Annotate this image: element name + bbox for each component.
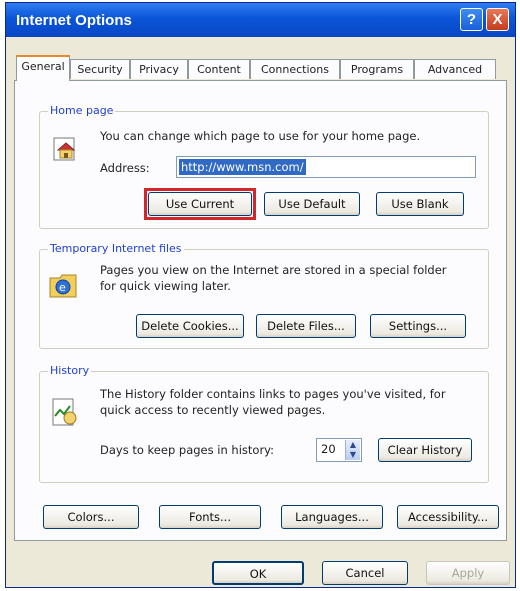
close-button[interactable]: X bbox=[486, 8, 509, 31]
tab-advanced[interactable]: Advanced bbox=[414, 59, 496, 79]
history-group: History The History folder contains link… bbox=[39, 364, 489, 483]
home-page-legend: Home page bbox=[48, 104, 116, 117]
fonts-button[interactable]: Fonts... bbox=[159, 505, 261, 529]
languages-button[interactable]: Languages... bbox=[281, 505, 383, 529]
use-default-button[interactable]: Use Default bbox=[264, 192, 360, 216]
address-value: http://www.msn.com/ bbox=[179, 159, 306, 175]
internet-options-window: Internet Options ? X General Security Pr… bbox=[5, 2, 516, 588]
clear-history-button[interactable]: Clear History bbox=[378, 438, 472, 462]
temporary-files-description-1: Pages you view on the Internet are store… bbox=[100, 263, 447, 277]
svg-text:e: e bbox=[59, 281, 66, 294]
temporary-files-description-2: for quick viewing later. bbox=[100, 279, 231, 293]
tab-general[interactable]: General bbox=[16, 55, 70, 81]
general-tab-panel: Home page You can change which page to u… bbox=[14, 80, 507, 541]
help-button[interactable]: ? bbox=[460, 8, 483, 31]
tab-security[interactable]: Security bbox=[70, 59, 130, 79]
history-description-1: The History folder contains links to pag… bbox=[100, 387, 446, 401]
accessibility-button[interactable]: Accessibility... bbox=[397, 505, 499, 529]
delete-cookies-button[interactable]: Delete Cookies... bbox=[136, 314, 244, 338]
home-page-icon bbox=[53, 137, 76, 161]
history-legend: History bbox=[48, 364, 92, 377]
title-bar[interactable]: Internet Options ? X bbox=[6, 3, 515, 37]
window-title: Internet Options bbox=[16, 12, 132, 29]
ok-button[interactable]: OK bbox=[212, 561, 304, 585]
tab-privacy[interactable]: Privacy bbox=[130, 59, 188, 79]
cancel-button[interactable]: Cancel bbox=[322, 561, 408, 585]
history-icon bbox=[52, 398, 77, 426]
temporary-files-group: Temporary Internet files e Pages you vie… bbox=[39, 242, 489, 349]
home-page-description: You can change which page to use for you… bbox=[100, 129, 421, 143]
apply-button[interactable]: Apply bbox=[426, 561, 510, 585]
history-description-2: quick access to recently viewed pages. bbox=[100, 403, 326, 417]
tab-programs[interactable]: Programs bbox=[340, 59, 414, 79]
use-current-highlight bbox=[144, 188, 256, 220]
address-field[interactable]: http://www.msn.com/ bbox=[176, 156, 476, 178]
address-label: Address: bbox=[100, 161, 150, 175]
settings-button[interactable]: Settings... bbox=[370, 314, 466, 338]
days-to-keep-stepper[interactable]: 20 ▲ ▼ bbox=[316, 438, 362, 462]
days-to-keep-label: Days to keep pages in history: bbox=[100, 443, 275, 457]
use-blank-button[interactable]: Use Blank bbox=[376, 192, 464, 216]
ie-folder-icon: e bbox=[49, 274, 77, 298]
tab-content[interactable]: Content bbox=[188, 59, 250, 79]
stepper-arrows-icon[interactable]: ▲ ▼ bbox=[345, 440, 360, 460]
tab-connections[interactable]: Connections bbox=[250, 59, 340, 79]
days-to-keep-value: 20 bbox=[321, 442, 336, 456]
delete-files-button[interactable]: Delete Files... bbox=[256, 314, 356, 338]
home-page-group: Home page You can change which page to u… bbox=[39, 104, 489, 229]
temporary-files-legend: Temporary Internet files bbox=[48, 242, 184, 255]
colors-button[interactable]: Colors... bbox=[43, 505, 139, 529]
